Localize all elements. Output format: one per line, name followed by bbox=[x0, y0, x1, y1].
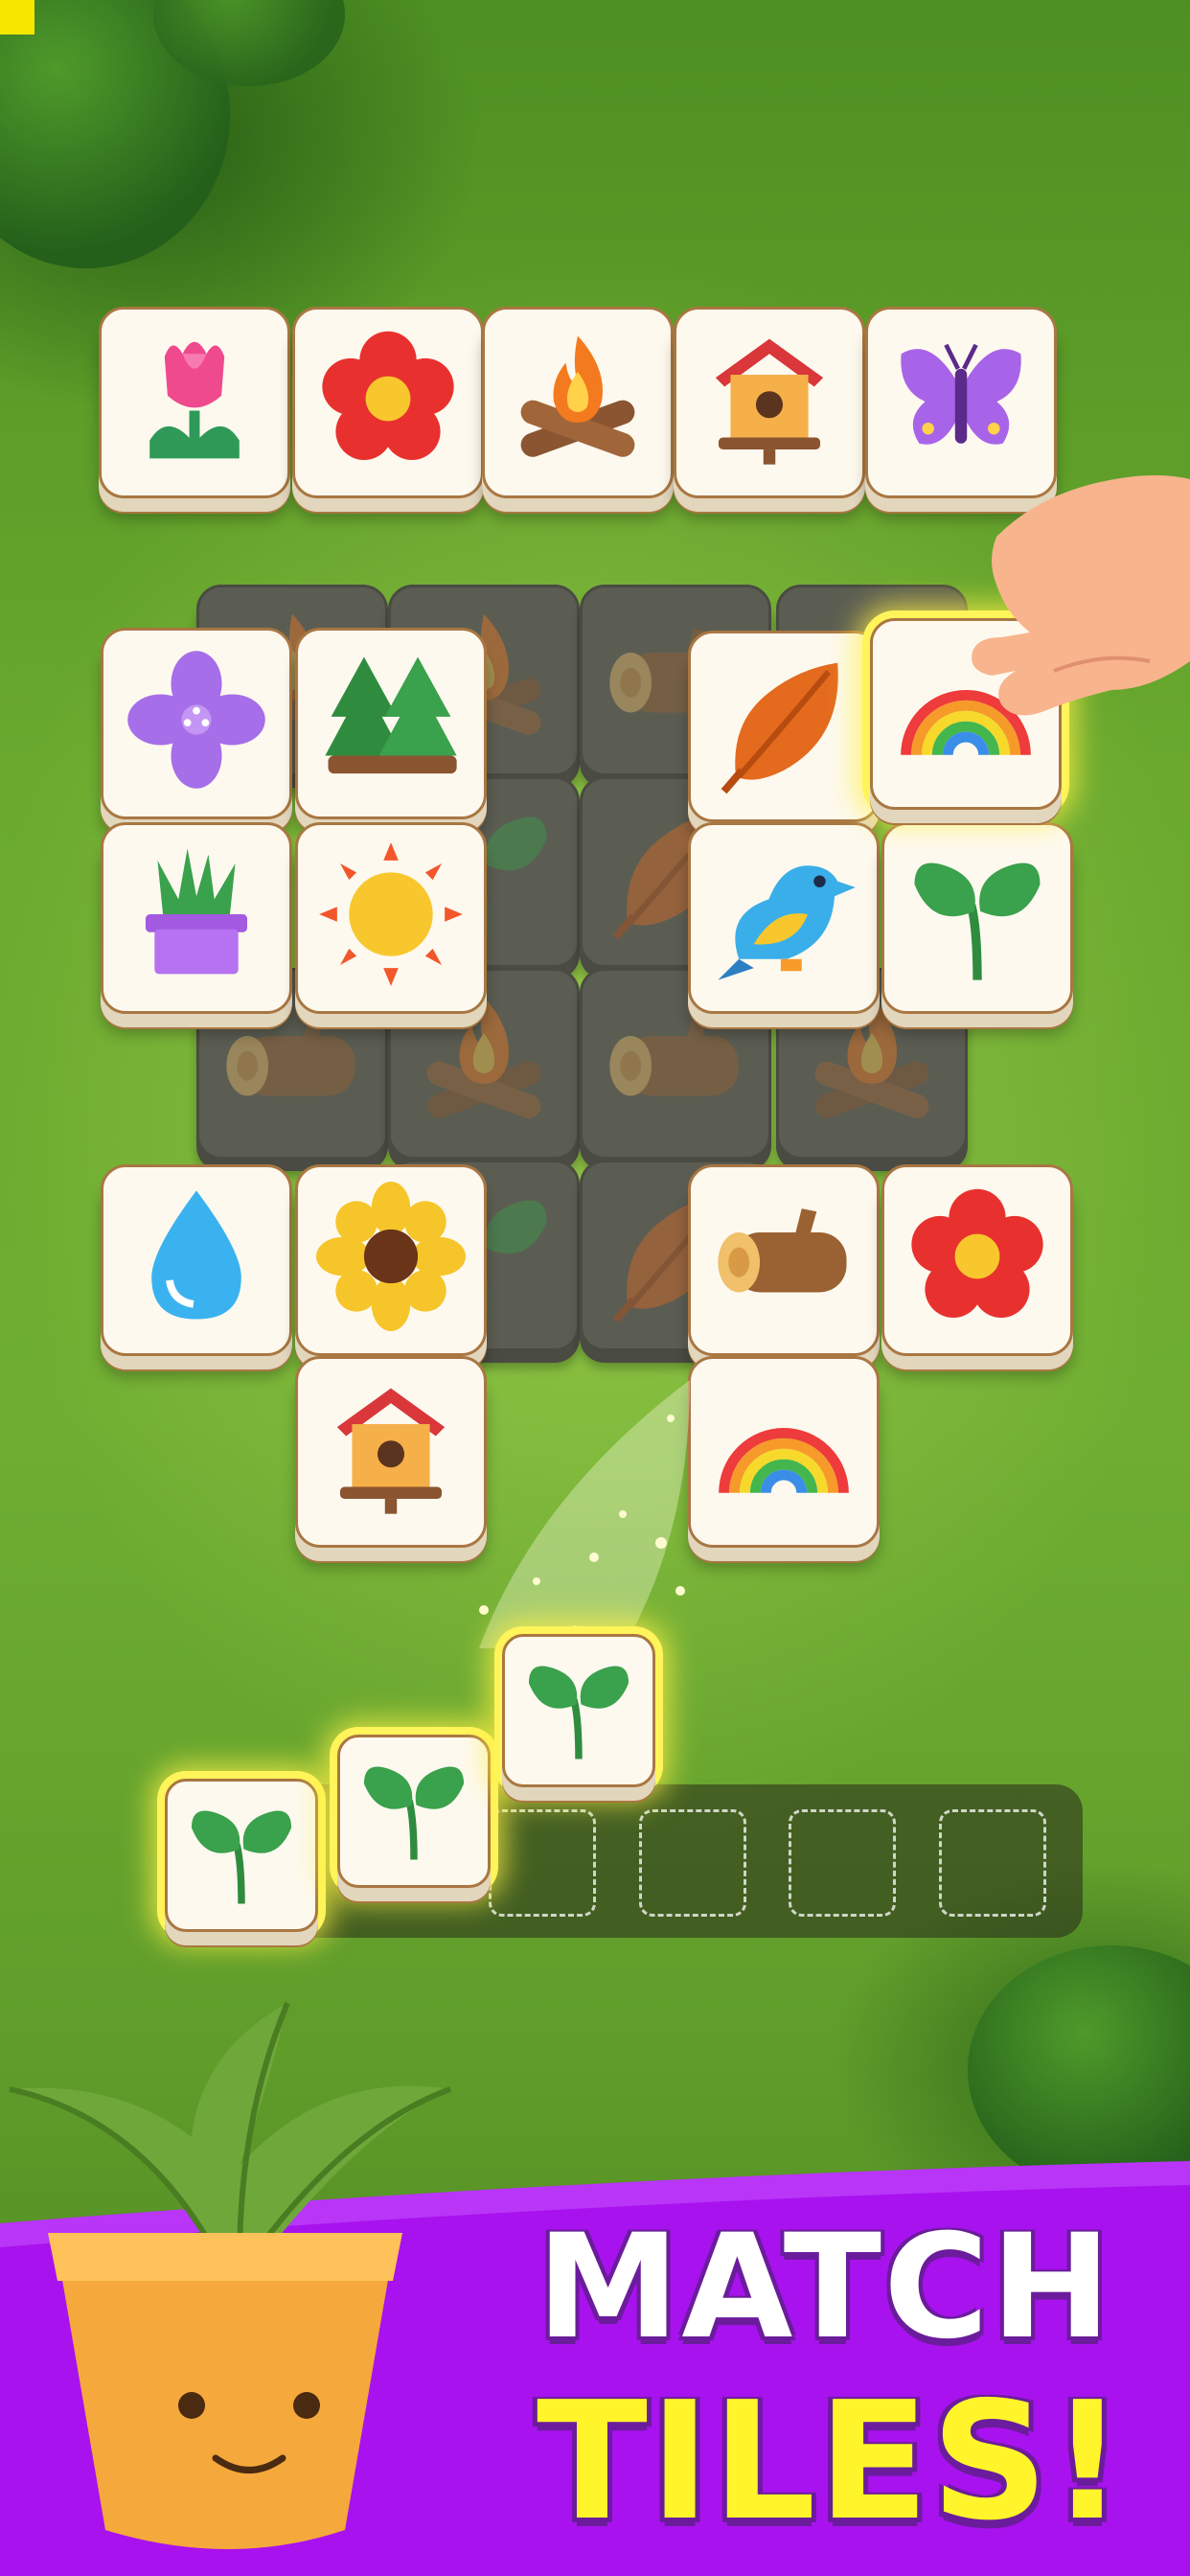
potted-plant-mascot bbox=[9, 2001, 452, 2549]
banner-title-match: MATCH bbox=[537, 2204, 1113, 2371]
banner-title-tiles: TILES! bbox=[537, 2367, 1127, 2557]
